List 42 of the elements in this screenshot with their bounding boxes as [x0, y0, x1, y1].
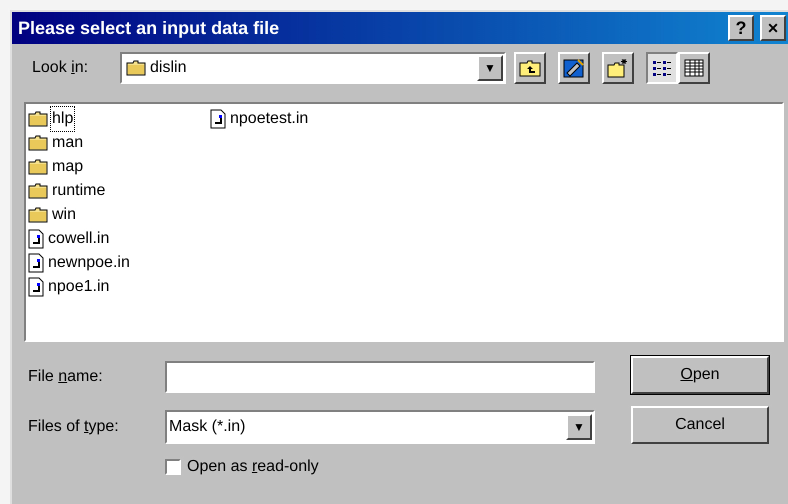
file-list-item[interactable]: win: [50, 202, 78, 228]
cancel-button[interactable]: Cancel: [631, 406, 769, 444]
folder-icon: [126, 60, 146, 76]
file-name-field[interactable]: [165, 361, 595, 393]
dropdown-button[interactable]: ▼: [477, 55, 503, 81]
file-type-dropdown[interactable]: Mask (*.in) ▼: [165, 410, 595, 444]
list-view-icon: [652, 59, 672, 77]
desktop-icon: [563, 58, 585, 78]
file-type-value: Mask (*.in): [169, 417, 246, 437]
document-icon: [28, 277, 44, 297]
read-only-label: Open as read-only: [187, 457, 319, 477]
file-list-item[interactable]: newnpoe.in: [46, 250, 132, 276]
up-folder-icon: [519, 59, 541, 77]
folder-icon: [28, 207, 48, 223]
file-list-item[interactable]: map: [50, 154, 86, 180]
file-list-item[interactable]: npoetest.in: [228, 106, 310, 132]
close-button[interactable]: ×: [760, 15, 786, 41]
help-button[interactable]: ?: [728, 15, 754, 41]
document-icon: [210, 109, 226, 129]
folder-icon: [28, 135, 48, 151]
folder-icon: [28, 183, 48, 199]
folder-icon: [28, 111, 48, 127]
file-list-item[interactable]: cowell.in: [46, 226, 112, 252]
look-in-label: Look in:: [32, 58, 90, 78]
file-list-item[interactable]: man: [50, 130, 86, 156]
details-view-icon: [684, 59, 704, 77]
look-in-value: dislin: [150, 58, 188, 78]
open-button[interactable]: Open: [631, 356, 769, 394]
file-type-label: Files of type:: [28, 417, 120, 437]
toolbar-button[interactable]: [646, 52, 678, 84]
file-list-item[interactable]: npoe1.in: [46, 274, 112, 300]
file-list-item[interactable]: runtime: [50, 178, 108, 204]
file-list-item[interactable]: hlp: [50, 106, 76, 132]
document-icon: [28, 253, 44, 273]
document-icon: [28, 229, 44, 249]
file-name-label: File name:: [28, 367, 104, 387]
window-title: Please select an input data file: [18, 16, 280, 40]
folder-icon: [28, 159, 48, 175]
new-folder-icon: [607, 58, 629, 78]
read-only-checkbox[interactable]: [165, 459, 181, 475]
dropdown-button[interactable]: ▼: [566, 414, 592, 440]
look-in-dropdown[interactable]: dislin ▼: [120, 52, 506, 84]
